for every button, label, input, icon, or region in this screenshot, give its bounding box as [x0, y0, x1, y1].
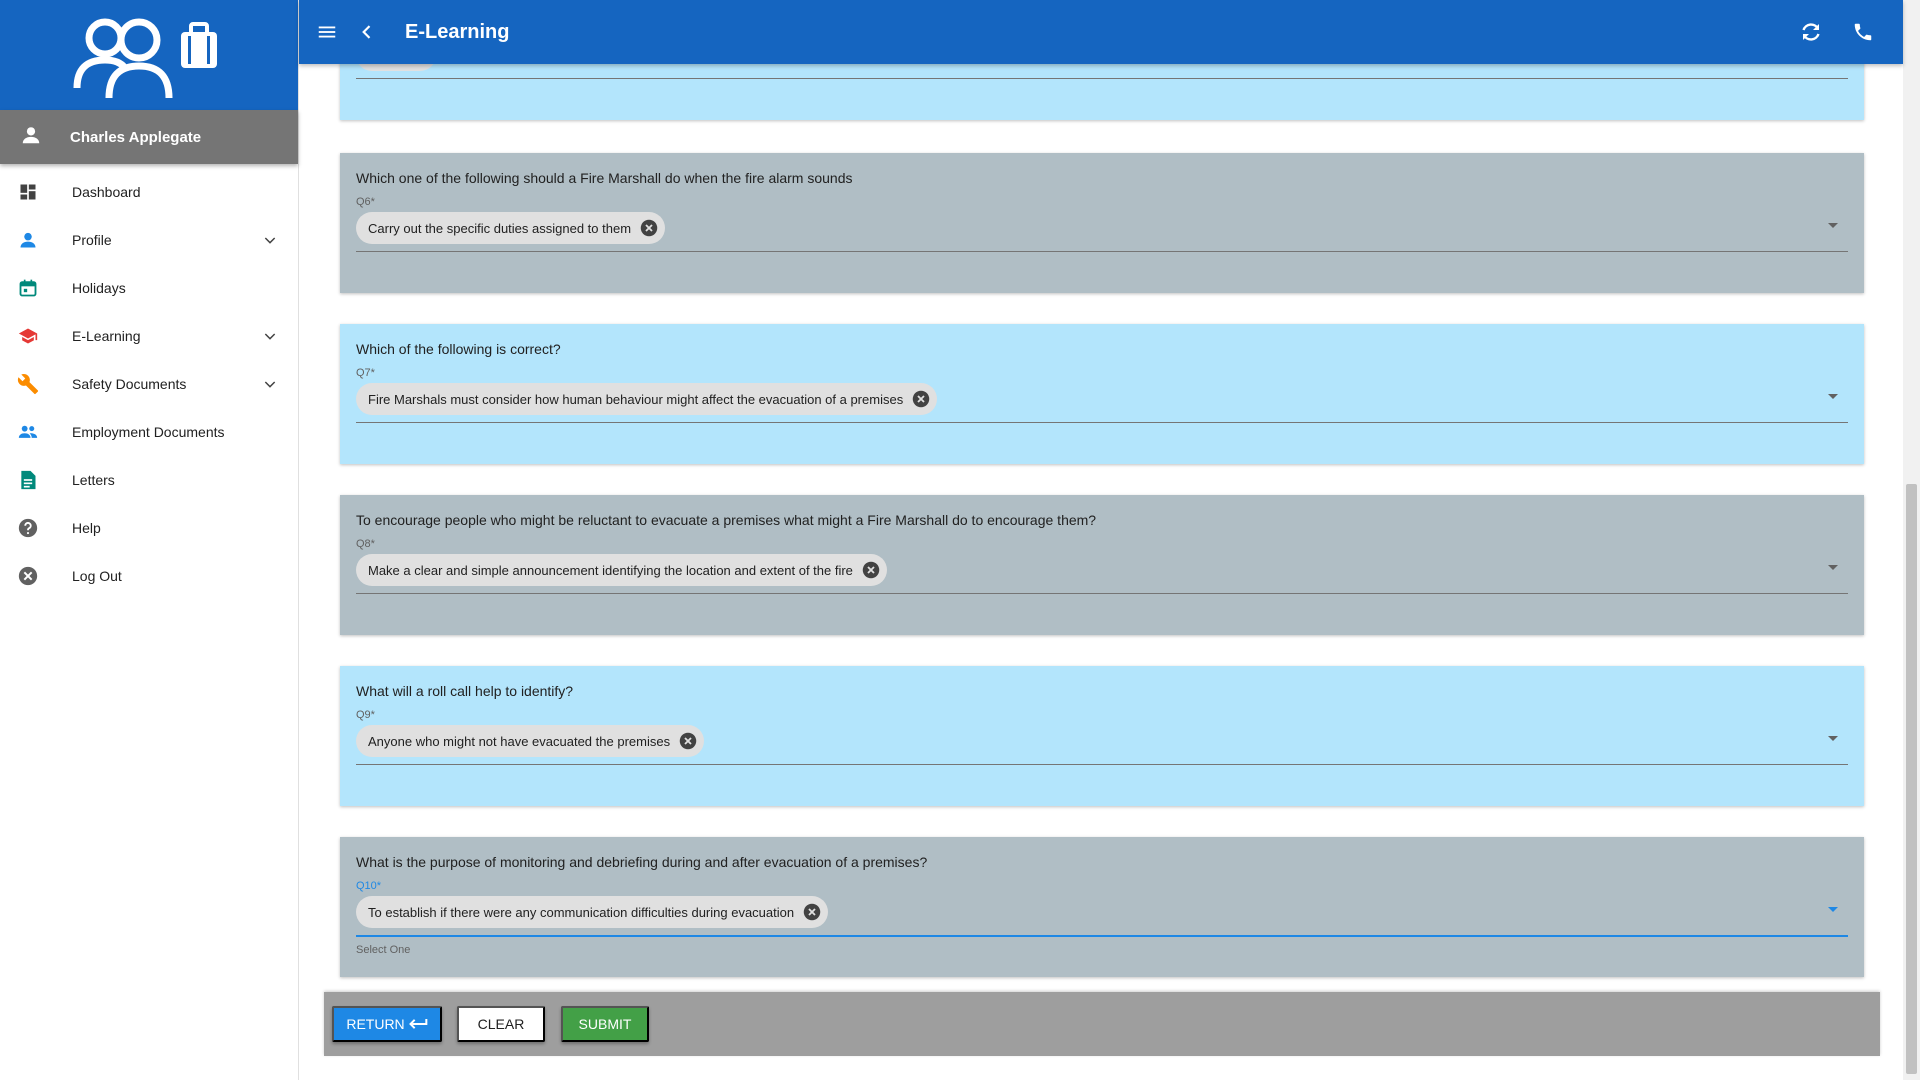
- sidebar-item-label: Employment Documents: [72, 424, 225, 440]
- answer-chip-label: Anyone who might not have evacuated the …: [368, 733, 671, 749]
- field-underline: [356, 764, 1848, 765]
- question-card-q7: Which of the following is correct? Q7* F…: [340, 324, 1864, 464]
- answer-chip: Anyone who might not have evacuated the …: [356, 725, 705, 757]
- remove-chip-icon[interactable]: [678, 731, 698, 751]
- answer-chip-label: Fire Marshals must consider how human be…: [368, 391, 904, 407]
- answer-chip: Carry out the specific duties assigned t…: [356, 212, 666, 244]
- remove-chip-icon[interactable]: [911, 389, 931, 409]
- answer-chip: Make a clear and simple announcement ide…: [356, 554, 887, 586]
- sidebar-item-dashboard[interactable]: Dashboard: [0, 168, 298, 216]
- chevron-down-icon[interactable]: [262, 232, 278, 248]
- question-number-label: Q7*: [356, 367, 375, 379]
- field-underline: [356, 593, 1848, 594]
- field-underline: [356, 78, 1848, 79]
- person-icon: [20, 124, 42, 151]
- logo: [0, 0, 298, 110]
- remove-chip-icon[interactable]: [802, 902, 822, 922]
- sidebar-item-label: Letters: [72, 472, 115, 488]
- sidebar-item-employment-documents[interactable]: Employment Documents: [0, 408, 298, 456]
- scrollbar-thumb[interactable]: [1906, 484, 1917, 1074]
- question-card-q8: To encourage people who might be relucta…: [340, 495, 1864, 635]
- answer-chip-label: To establish if there were any communica…: [368, 904, 795, 920]
- phone-icon[interactable]: [1851, 20, 1875, 44]
- action-bar: RETURN CLEAR SUBMIT: [324, 992, 1880, 1056]
- sidebar-item-holidays[interactable]: Holidays: [0, 264, 298, 312]
- answer-chip-label: Carry out the specific duties assigned t…: [368, 220, 632, 236]
- question-card-partial: [340, 64, 1864, 120]
- back-arrow-icon[interactable]: [355, 20, 379, 44]
- field-underline: [356, 935, 1848, 937]
- menu-icon[interactable]: [315, 20, 339, 44]
- return-button-label: RETURN: [346, 1016, 405, 1032]
- sidebar: Charles Applegate Dashboard Profile Holi…: [0, 0, 299, 1080]
- dashboard-icon: [16, 180, 40, 204]
- question-card-q10: What is the purpose of monitoring and de…: [340, 837, 1864, 977]
- submit-button[interactable]: SUBMIT: [561, 1006, 649, 1042]
- clear-button[interactable]: CLEAR: [457, 1006, 545, 1042]
- sidebar-nav: Dashboard Profile Holidays E-Learning Sa…: [0, 164, 298, 600]
- sidebar-item-profile[interactable]: Profile: [0, 216, 298, 264]
- quiz-content: Which one of the following should a Fire…: [324, 64, 1880, 1080]
- sidebar-item-label: Holidays: [72, 280, 126, 296]
- chevron-down-icon[interactable]: [262, 376, 278, 392]
- calendar-icon: [16, 276, 40, 300]
- sidebar-item-label: E-Learning: [72, 328, 141, 344]
- sidebar-item-letters[interactable]: Letters: [0, 456, 298, 504]
- sidebar-item-label: Safety Documents: [72, 376, 187, 392]
- dropdown-arrow-icon[interactable]: [1828, 565, 1838, 570]
- dropdown-arrow-icon[interactable]: [1828, 736, 1838, 741]
- answer-chip-label: Make a clear and simple announcement ide…: [368, 562, 853, 578]
- sidebar-item-label: Log Out: [72, 568, 122, 584]
- question-number-label: Q6*: [356, 196, 375, 208]
- sidebar-item-safety-documents[interactable]: Safety Documents: [0, 360, 298, 408]
- question-text: Which of the following is correct?: [356, 341, 561, 357]
- user-bar: Charles Applegate: [0, 110, 298, 164]
- question-text: What is the purpose of monitoring and de…: [356, 854, 928, 870]
- question-number-label: Q8*: [356, 538, 375, 550]
- return-arrow-icon: [408, 1017, 428, 1031]
- logout-icon: [16, 564, 40, 588]
- people-icon: [16, 420, 40, 444]
- company-logo-icon: [73, 18, 217, 99]
- user-name: Charles Applegate: [70, 128, 202, 146]
- question-card-q9: What will a roll call help to identify? …: [340, 666, 1864, 806]
- sidebar-item-label: Help: [72, 520, 101, 536]
- remove-chip-icon[interactable]: [639, 218, 659, 238]
- school-icon: [16, 324, 40, 348]
- help-icon: [16, 516, 40, 540]
- app-header: E-Learning: [299, 0, 1903, 64]
- answer-chip: Fire Marshals must consider how human be…: [356, 383, 938, 415]
- page-title: E-Learning: [405, 20, 510, 43]
- remove-chip-icon[interactable]: [861, 560, 881, 580]
- sidebar-item-label: Profile: [72, 232, 112, 248]
- question-text: What will a roll call help to identify?: [356, 683, 574, 699]
- field-underline: [356, 251, 1848, 252]
- dropdown-arrow-icon[interactable]: [1828, 907, 1838, 912]
- sync-icon[interactable]: [1799, 20, 1823, 44]
- document-icon: [16, 468, 40, 492]
- return-button[interactable]: RETURN: [332, 1006, 442, 1042]
- sidebar-item-log-out[interactable]: Log Out: [0, 552, 298, 600]
- answer-chip-partial: [356, 64, 436, 71]
- helper-text: Select One: [356, 944, 411, 956]
- field-underline: [356, 422, 1848, 423]
- question-text: Which one of the following should a Fire…: [356, 170, 853, 186]
- question-card-q6: Which one of the following should a Fire…: [340, 153, 1864, 293]
- dropdown-arrow-icon[interactable]: [1828, 394, 1838, 399]
- sidebar-item-e-learning[interactable]: E-Learning: [0, 312, 298, 360]
- question-number-label: Q10*: [356, 880, 382, 892]
- dropdown-arrow-icon[interactable]: [1828, 223, 1838, 228]
- question-text: To encourage people who might be relucta…: [356, 512, 1097, 528]
- answer-chip: To establish if there were any communica…: [356, 896, 829, 928]
- person-icon: [16, 228, 40, 252]
- wrench-icon: [16, 372, 40, 396]
- chevron-down-icon[interactable]: [262, 328, 278, 344]
- sidebar-item-label: Dashboard: [72, 184, 141, 200]
- question-number-label: Q9*: [356, 709, 375, 721]
- sidebar-item-help[interactable]: Help: [0, 504, 298, 552]
